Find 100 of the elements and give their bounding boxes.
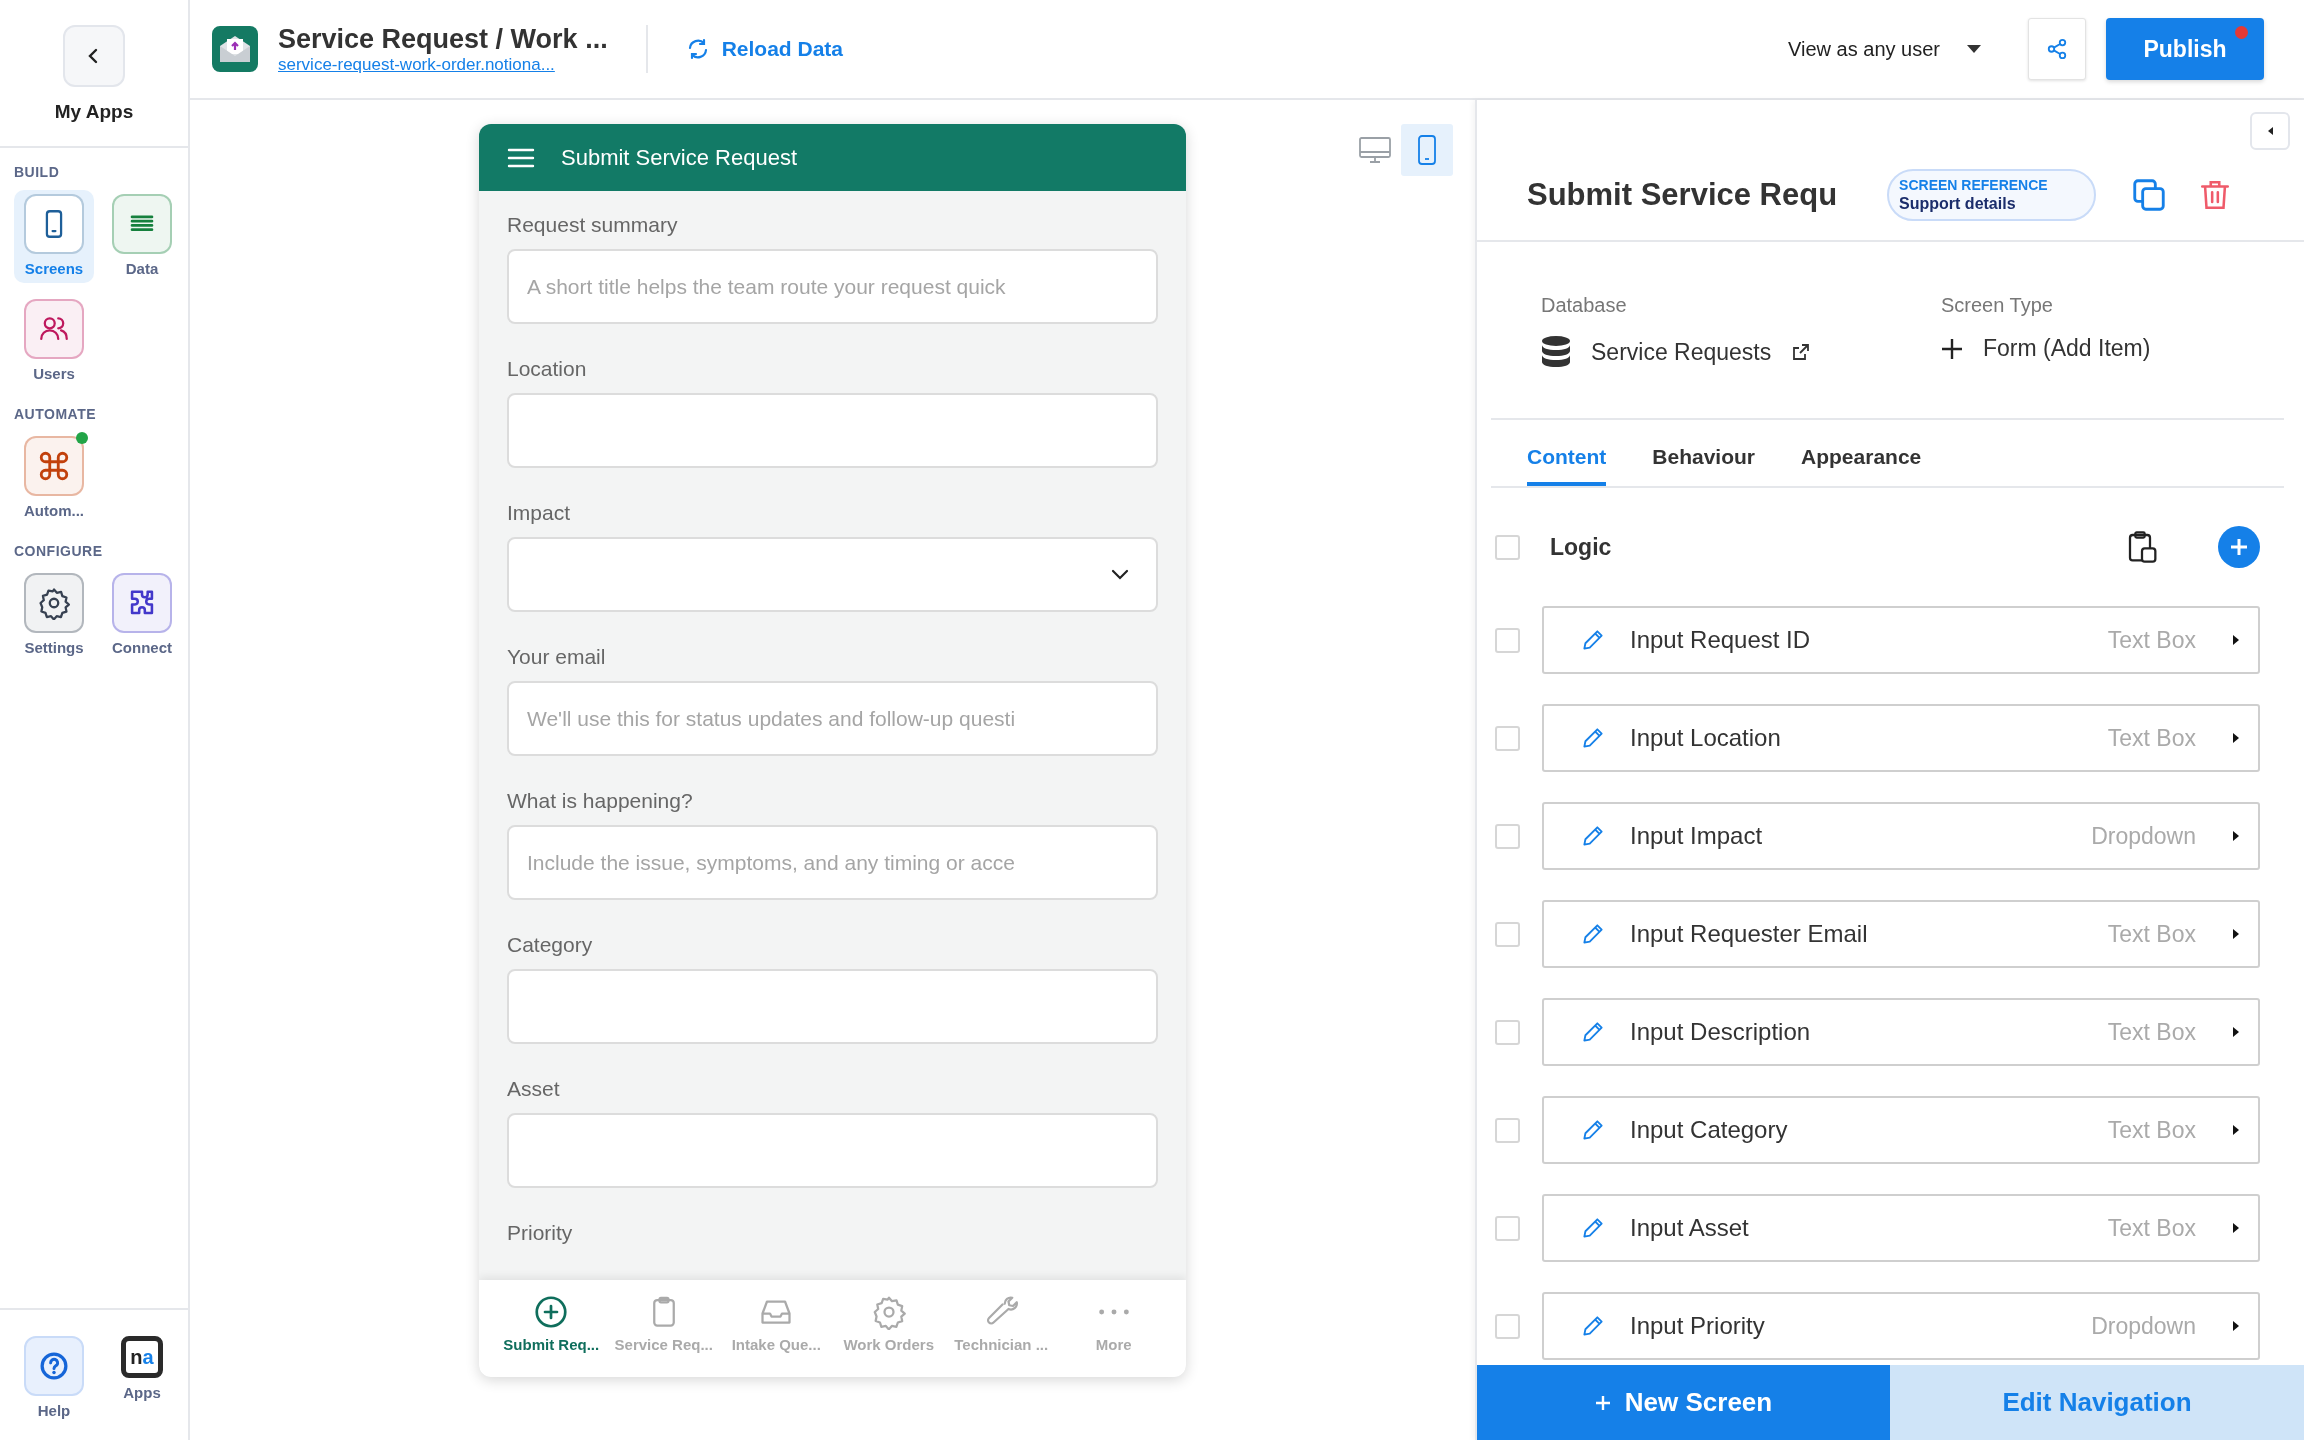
checkbox[interactable] (1495, 534, 1520, 560)
reference-label: SCREEN REFERENCE (1899, 177, 2048, 193)
app-url-link[interactable]: service-request-work-order.notiona... (278, 54, 608, 75)
caret-right-icon (2232, 732, 2240, 744)
text-field[interactable]: Include the issue, symptoms, and any timing or acce (507, 825, 1158, 900)
component-item[interactable]: Input Location Text Box (1542, 704, 2260, 772)
component-type: Text Box (2107, 1214, 2196, 1242)
nav-item[interactable]: Data (102, 190, 182, 283)
database-name: Service Requests (1591, 338, 1772, 366)
collapse-panel-button[interactable] (2250, 112, 2290, 150)
mobile-view-button[interactable] (1401, 124, 1453, 176)
checkbox[interactable] (1495, 627, 1520, 653)
clipboard-icon[interactable] (2126, 529, 2158, 565)
pencil-icon (1580, 1215, 1606, 1241)
edit-navigation-button[interactable]: Edit Navigation (1890, 1365, 2304, 1440)
pencil-icon (1580, 921, 1606, 947)
nav-label: Settings (24, 639, 84, 656)
component-item[interactable]: Input Asset Text Box (1542, 1194, 2260, 1262)
field-label: What is happening? (507, 789, 694, 813)
phone-icon (1416, 134, 1438, 166)
tab-bar-label: Technician ... (954, 1336, 1049, 1353)
database-label: Database (1541, 294, 1628, 317)
add-component-button[interactable] (2218, 526, 2260, 568)
panel-tab[interactable]: Content (1527, 420, 1607, 486)
apps-logo: na (121, 1336, 163, 1378)
screen-type-value: Form (Add Item) (1983, 335, 2151, 362)
app-title: Service Request / Work ... (278, 23, 608, 55)
reload-data-button[interactable]: Reload Data (685, 37, 843, 61)
pencil-icon (1580, 1019, 1606, 1045)
component-name: Input Impact (1630, 822, 1763, 850)
component-item[interactable]: Input Request ID Text Box (1542, 606, 2260, 674)
component-type: Dropdown (2091, 1312, 2196, 1340)
my-apps-label: My Apps (54, 101, 134, 123)
checkbox[interactable] (1495, 921, 1520, 947)
chevron-down-icon (1110, 568, 1130, 581)
checkbox[interactable] (1495, 725, 1520, 751)
app-icon (212, 26, 258, 72)
nav-item[interactable]: Screens (14, 190, 94, 283)
nav-item[interactable]: Users (14, 295, 94, 388)
component-type: Dropdown (2091, 822, 2196, 850)
component-item[interactable]: Input Priority Dropdown (1542, 1292, 2260, 1360)
section-title: CONFIGURE (14, 543, 104, 559)
caret-right-icon (2232, 928, 2240, 940)
footer-item[interactable]: Help (14, 1332, 94, 1440)
tab-bar-label: Submit Req... (503, 1336, 600, 1353)
caret-right-icon (2232, 634, 2240, 646)
component-name: Input Priority (1630, 1312, 1765, 1340)
nav-item[interactable]: Connect (102, 569, 182, 662)
text-field[interactable] (507, 393, 1158, 468)
text-field[interactable]: A short title helps the team route your request quick (507, 249, 1158, 324)
footer-item[interactable]: na Apps (102, 1332, 182, 1440)
menu-icon[interactable] (507, 146, 535, 169)
more-icon (1098, 1309, 1129, 1315)
component-name: Input Location (1630, 724, 1781, 752)
publish-button[interactable]: Publish (2106, 18, 2264, 80)
component-item[interactable]: Input Impact Dropdown (1542, 802, 2260, 870)
checkbox[interactable] (1495, 1313, 1520, 1339)
checkbox[interactable] (1495, 1019, 1520, 1045)
dropdown-field[interactable] (507, 537, 1158, 612)
component-name: Input Description (1630, 1018, 1811, 1046)
tab-bar-label: Intake Que... (731, 1336, 821, 1353)
tab-bar-item[interactable]: Submit Req... (495, 1294, 608, 1377)
back-button[interactable] (63, 25, 125, 87)
screen-type-label: Screen Type (1941, 294, 2054, 317)
screen-title: Submit Service Request (561, 144, 797, 171)
footer-label: Help (37, 1402, 71, 1419)
component-item[interactable]: Input Description Text Box (1542, 998, 2260, 1066)
field-label: Priority (507, 1221, 574, 1245)
component-item[interactable]: Input Requester Email Text Box (1542, 900, 2260, 968)
pencil-icon (1580, 823, 1606, 849)
panel-tab[interactable]: Appearance (1801, 420, 1922, 486)
pencil-icon (1580, 725, 1606, 751)
nav-item[interactable]: Autom... (14, 432, 94, 525)
new-screen-button[interactable]: New Screen (1477, 1365, 1890, 1440)
section-title: AUTOMATE (14, 406, 98, 422)
reference-value: Support details (1899, 195, 2017, 213)
checkbox[interactable] (1495, 1117, 1520, 1143)
caret-right-icon (2232, 1222, 2240, 1234)
external-link-icon[interactable] (1791, 342, 1812, 362)
text-field[interactable] (507, 1113, 1158, 1188)
panel-tab[interactable]: Behaviour (1652, 420, 1756, 486)
component-item[interactable]: Input Category Text Box (1542, 1096, 2260, 1164)
text-field[interactable] (507, 969, 1158, 1044)
nav-label: Connect (112, 639, 172, 656)
component-type: Text Box (2107, 1018, 2196, 1046)
checkbox[interactable] (1495, 1215, 1520, 1241)
database-icon (1541, 335, 1571, 369)
tab-bar-label: More (1095, 1336, 1132, 1353)
text-field[interactable]: We'll use this for status updates and follow-up questi (507, 681, 1158, 756)
section-title: BUILD (14, 164, 61, 180)
view-as-dropdown[interactable]: View as any user (1788, 37, 1982, 61)
checkbox[interactable] (1495, 823, 1520, 849)
nav-label: Users (33, 365, 75, 382)
field-label: Request summary (507, 213, 679, 237)
component-type: Text Box (2107, 626, 2196, 654)
screen-name: Submit Service Requ (1527, 177, 1838, 213)
caret-right-icon (2232, 1320, 2240, 1332)
nav-item[interactable]: Settings (14, 569, 94, 662)
share-button[interactable] (2028, 18, 2086, 80)
tab-bar-label: Service Req... (614, 1336, 713, 1353)
